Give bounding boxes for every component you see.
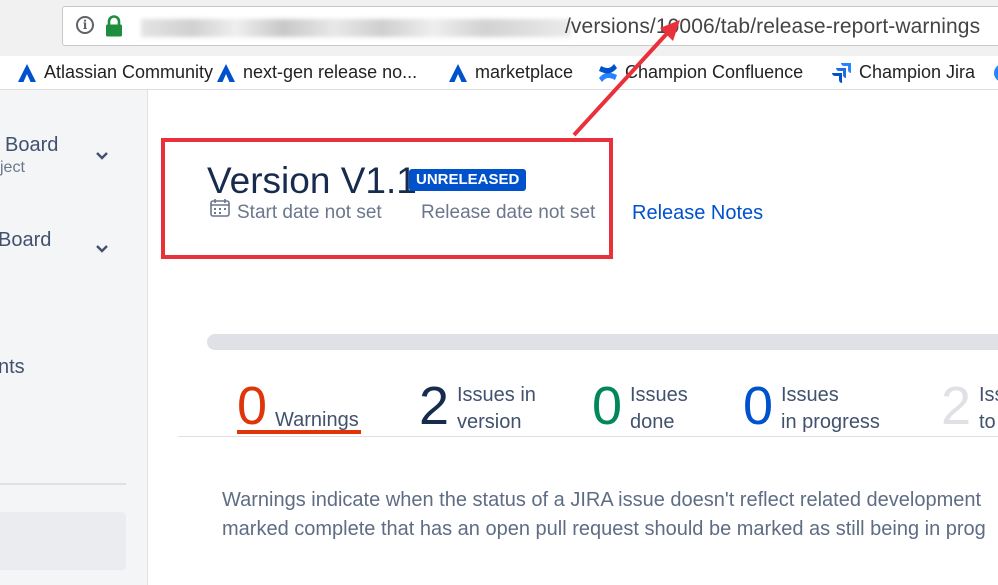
- browser-toolbar: i /versions/10006/tab/release-report-war…: [0, 0, 998, 56]
- issues-in-version-label: Issues in: [457, 384, 536, 406]
- tab-issues-in-version[interactable]: 2 Issues in version: [419, 376, 549, 436]
- bookmark-label: Champion Jira: [859, 62, 976, 82]
- atlassian-icon: [449, 64, 467, 82]
- issues-in-progress-count: 0: [743, 376, 774, 436]
- chevron-down-icon[interactable]: [95, 244, 109, 254]
- warnings-count: 0: [237, 376, 268, 436]
- tab-issues-in-progress[interactable]: 0 Issues in progress: [743, 376, 893, 436]
- blurred-url-segment: [141, 19, 571, 37]
- annotation-highlight-box: [161, 138, 613, 259]
- issues-done-label: Issues: [630, 384, 688, 406]
- active-tab-indicator: [237, 430, 361, 434]
- chevron-down-icon[interactable]: [95, 151, 109, 161]
- sidebar-item-label: Board: [0, 229, 52, 251]
- bookmark-label: marketplace: [475, 62, 574, 82]
- description-line-2: marked complete that has an open pull re…: [222, 518, 986, 540]
- release-notes-link[interactable]: Release Notes: [632, 202, 763, 225]
- sidebar-item-sublabel: ject: [0, 159, 25, 176]
- issues-in-version-count: 2: [419, 376, 450, 436]
- release-progress-bar: [207, 334, 998, 350]
- issues-to-do-label-2: to: [979, 411, 996, 433]
- description-line-1: Warnings indicate when the status of a J…: [222, 489, 982, 511]
- issues-done-count: 0: [592, 376, 623, 436]
- atlassian-icon: [18, 64, 36, 82]
- bookmark-overflow[interactable]: [992, 62, 998, 84]
- jira-icon: [832, 63, 851, 83]
- tab-warnings[interactable]: 0 Warnings: [237, 376, 367, 436]
- issues-done-label-2: done: [630, 411, 675, 433]
- sidebar-item-selected[interactable]: [0, 512, 126, 570]
- issues-to-do-label: Iss: [979, 384, 998, 406]
- lock-icon: [106, 15, 122, 37]
- atlassian-icon: [217, 64, 235, 82]
- bookmark-icon: [994, 65, 998, 81]
- bookmark-label: Atlassian Community: [44, 62, 214, 82]
- address-bar[interactable]: i /versions/10006/tab/release-report-war…: [62, 6, 998, 46]
- sidebar-divider: [0, 483, 126, 485]
- warnings-description: Warnings indicate when the status of a J…: [222, 486, 986, 544]
- bookmark-label: next-gen release no...: [243, 62, 418, 82]
- tab-issues-done[interactable]: 0 Issues done: [592, 376, 702, 436]
- sidebar-item-label: Board: [5, 134, 59, 156]
- issues-in-progress-label: Issues: [781, 384, 839, 406]
- annotation-arrow: [572, 20, 680, 137]
- issues-in-progress-label-2: in progress: [781, 411, 880, 433]
- tab-issues-to-do[interactable]: 2 Iss to: [941, 376, 998, 436]
- issues-to-do-count: 2: [941, 376, 972, 436]
- sidebar-item-label[interactable]: nts: [0, 356, 25, 379]
- issues-in-version-label-2: version: [457, 411, 522, 433]
- info-icon[interactable]: i: [76, 16, 94, 34]
- bookmarks-bar: Atlassian Community next-gen release no.…: [0, 56, 998, 90]
- tabs-divider: [178, 436, 998, 437]
- sidebar: Board ject Board nts: [0, 90, 148, 585]
